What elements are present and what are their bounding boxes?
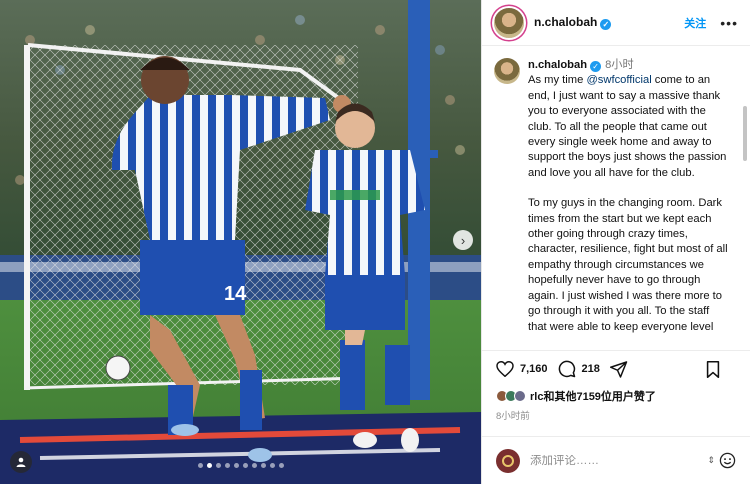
mention-link[interactable]: @swfcofficial — [586, 74, 651, 86]
caption-section: n.chalobah ✓ 8小时 As my time @swfcofficial … — [482, 46, 750, 351]
liker-avatars — [496, 390, 526, 402]
send-icon — [609, 360, 628, 378]
caption-intro: As my time — [528, 74, 587, 87]
comment-icon — [558, 360, 575, 378]
like-count: 7,160 — [520, 363, 548, 375]
carousel-dot — [251, 463, 257, 468]
caption-scrollbar[interactable] — [743, 106, 747, 161]
carousel-dot — [278, 463, 284, 468]
share-button[interactable] — [609, 360, 634, 378]
caption-author-username[interactable]: n.chalobah — [528, 59, 587, 71]
caption-text: n.chalobah ✓ 8小时 As my time @swfcofficial … — [528, 58, 728, 350]
carousel-dot — [224, 463, 230, 468]
tagged-users-button[interactable] — [10, 451, 32, 473]
comment-button[interactable]: 218 — [558, 360, 600, 378]
emoji-icon — [719, 452, 736, 469]
follow-button[interactable]: 关注 — [684, 15, 706, 31]
carousel-indicator — [0, 463, 481, 468]
likes-summary[interactable]: rlc和其他7159位用户赞了 — [482, 387, 750, 405]
caption-paragraph-1: come to an end, I just want to say a mas… — [528, 74, 727, 179]
instagram-post-window: 14 › n.chalobah ✓ 关注 ••• n.chalobah ✓ 8小… — [0, 0, 750, 484]
comment-count: 218 — [581, 363, 600, 375]
carousel-dot-active — [206, 463, 212, 468]
likes-summary-text: rlc和其他7159位用户赞了 — [530, 391, 656, 403]
bookmark-icon — [706, 360, 720, 378]
verified-badge-icon: ✓ — [600, 19, 612, 30]
carousel-dot — [197, 463, 203, 468]
heart-icon — [496, 361, 514, 377]
more-options-icon[interactable]: ••• — [720, 15, 738, 31]
carousel-dot — [260, 463, 266, 468]
caption-paragraph-2: To my guys in the changing room. Dark ti… — [528, 197, 728, 333]
author-username-text[interactable]: n.chalobah — [534, 15, 597, 29]
author-username[interactable]: n.chalobah ✓ — [534, 15, 612, 30]
post-photo[interactable]: 14 › — [0, 0, 481, 484]
chevron-right-icon: › — [460, 232, 466, 248]
caption-author-avatar[interactable] — [494, 58, 520, 84]
viewer-avatar-emblem — [502, 454, 514, 467]
author-avatar[interactable] — [494, 7, 524, 38]
caption-time: 8小时 — [605, 59, 634, 71]
post-details-panel: n.chalobah ✓ 关注 ••• n.chalobah ✓ 8小时 As my … — [481, 0, 750, 484]
viewer-avatar — [496, 448, 520, 473]
football-celebration-image: 14 — [0, 0, 481, 484]
save-button[interactable] — [706, 360, 726, 378]
carousel-dot — [242, 463, 248, 468]
svg-text:14: 14 — [224, 283, 247, 305]
carousel-dot — [233, 463, 239, 468]
comment-input[interactable] — [530, 454, 690, 467]
verified-badge-icon: ✓ — [590, 61, 602, 72]
post-timestamp: 8小时前 — [496, 411, 530, 422]
action-bar: 7,160 218 — [482, 351, 750, 387]
post-header: n.chalobah ✓ 关注 ••• — [482, 0, 750, 46]
carousel-dot — [215, 463, 221, 468]
emoji-button[interactable]: ⇕ — [707, 452, 736, 469]
liker-avatar — [514, 390, 526, 402]
carousel-next-button[interactable]: › — [453, 230, 473, 250]
comment-bar: ⇕ — [482, 436, 750, 484]
carousel-dot — [269, 463, 275, 468]
like-button[interactable]: 7,160 — [496, 361, 548, 377]
resize-handle-icon: ⇕ — [707, 455, 715, 465]
